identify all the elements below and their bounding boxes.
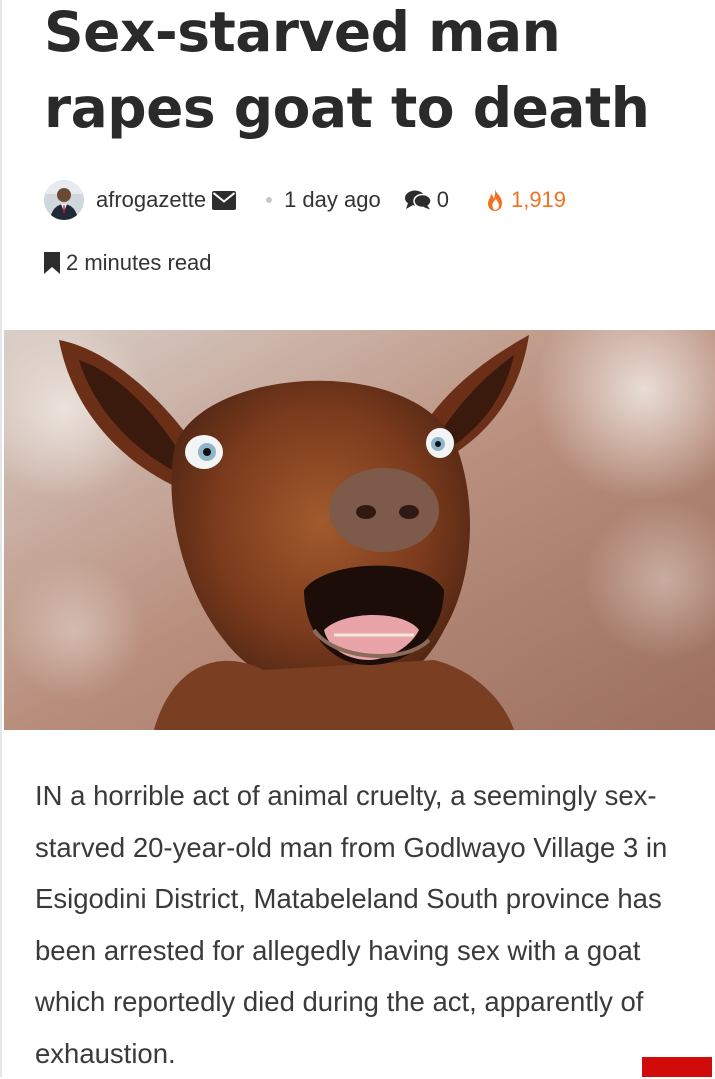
article-title: Sex-starved man rapes goat to death — [44, 0, 650, 140]
comments-icon[interactable] — [404, 190, 431, 210]
comment-count[interactable]: 0 — [437, 187, 449, 213]
article-page: Sex-starved man rapes goat to death afro… — [0, 0, 715, 1077]
fire-icon — [485, 188, 505, 212]
article-body: IN a horrible act of animal cruelty, a s… — [35, 780, 668, 1069]
bookmark-icon — [44, 252, 60, 274]
author-avatar[interactable] — [44, 180, 84, 220]
article-meta: afrogazette 1 day ago 0 1,919 — [44, 180, 566, 220]
author-name[interactable]: afrogazette — [96, 187, 206, 213]
read-time-label: 2 minutes read — [66, 250, 212, 275]
bottom-banner[interactable] — [642, 1057, 712, 1077]
view-count: 1,919 — [510, 187, 567, 212]
envelope-icon[interactable] — [212, 190, 237, 210]
publish-date: 1 day ago — [284, 187, 381, 212]
separator-dot — [266, 197, 273, 203]
article-hero-image — [4, 330, 715, 730]
read-time: 2 minutes read — [44, 250, 212, 276]
goat-photo — [4, 330, 715, 730]
